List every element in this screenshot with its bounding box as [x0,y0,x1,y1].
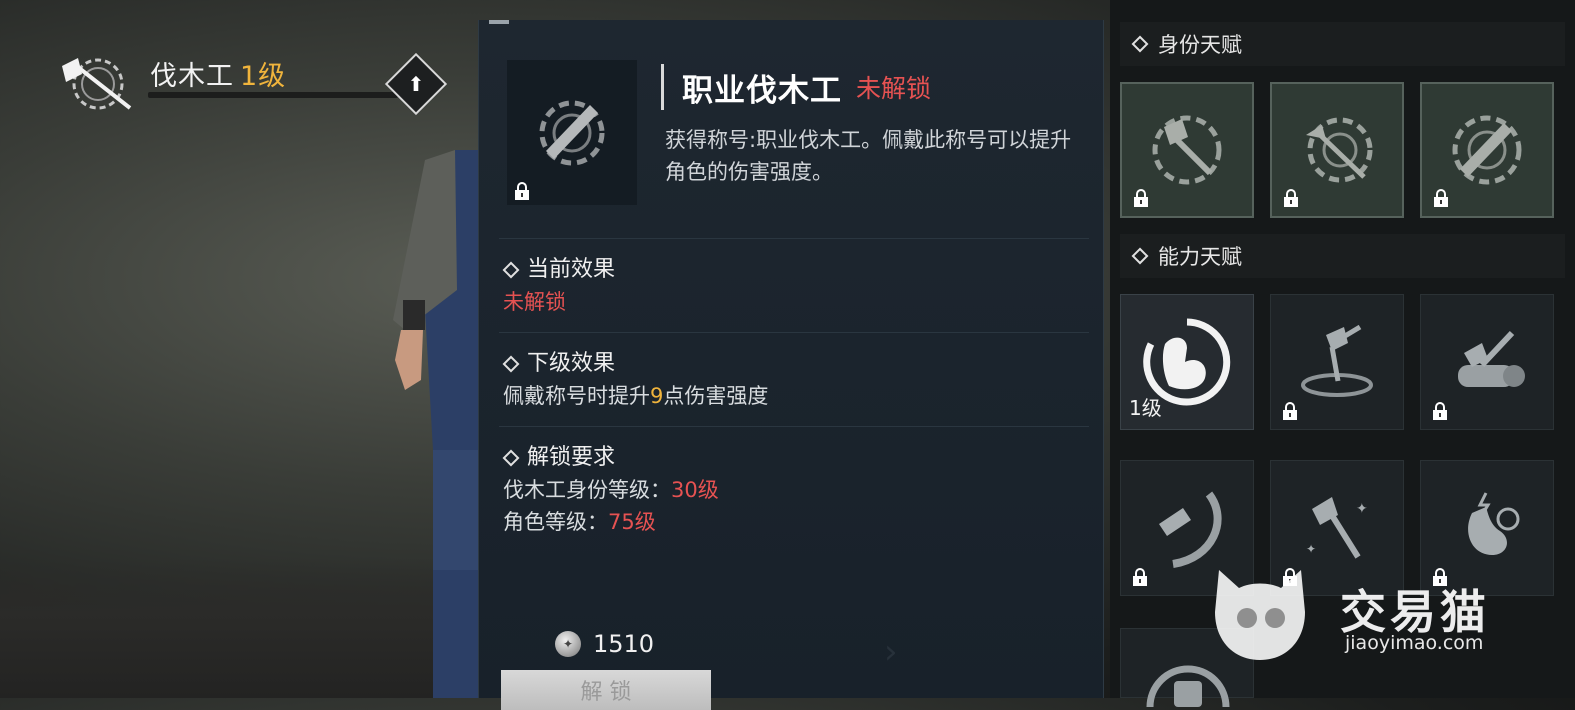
requirement-label: 伐木工身份等级： [503,478,671,502]
axe-in-stump-icon [1301,324,1373,397]
class-title: 伐木工 1级 [150,54,286,93]
ability-talent-slot[interactable] [1420,294,1554,430]
slot-level: 1级 [1129,396,1162,420]
next-effect-amount: 9 [650,384,664,408]
svg-text:✦: ✦ [1306,542,1316,556]
watermark-url: jiaoyimao.com [1345,632,1484,654]
crossed-log-emblem-icon [1306,117,1373,183]
lock-icon [1134,189,1148,207]
diamond-bullet-icon [502,449,520,467]
cost-amount: 1510 [593,630,655,658]
ability-talents-header: 能力天赋 [1120,234,1565,278]
requirement-value: 30级 [671,478,719,502]
next-effect-suffix: 点伤害强度 [663,384,769,408]
next-effect-label: 下级效果 [527,351,616,376]
requirements-label: 解锁要求 [527,445,616,470]
saw-emblem-icon [1452,115,1522,185]
cat-logo-icon [1215,570,1305,660]
lock-icon [1284,189,1298,207]
talent-icon-frame [507,60,637,205]
svg-text:✦: ✦ [1356,501,1368,517]
identity-talent-slot[interactable] [1120,82,1254,218]
ability-talents-label: 能力天赋 [1158,245,1242,269]
divider [499,238,1089,239]
requirement-value: 75级 [608,510,656,534]
current-effect-section: 当前效果 未解锁 [502,254,616,318]
watermark: 交易猫 jiaoyimao.com [1205,560,1535,670]
panel-tab [489,20,509,24]
diamond-bullet-icon [502,261,520,279]
ability-talent-slot[interactable] [1270,294,1404,430]
class-header: 伐木工 1级 ⬆ [52,48,452,118]
diamond-bullet-icon [1131,35,1149,53]
upgrade-button[interactable]: ⬆ [384,52,448,116]
class-name: 伐木工 [150,61,234,92]
unlock-button[interactable]: 解 锁 [501,670,711,710]
character-model [385,150,485,698]
requirement-label: 角色等级： [503,510,608,534]
talent-title-row: 职业伐木工 未解锁 [661,64,932,110]
requirements-section: 解锁要求 伐木工身份等级：30级 角色等级：75级 [502,442,719,538]
ability-talent-slot[interactable]: 1级 [1120,294,1254,430]
next-effect-text: 佩戴称号时提升9点伤害强度 [503,380,768,412]
chevron-right-icon: › [884,632,898,672]
lock-icon [1434,189,1448,207]
identity-talents-label: 身份天赋 [1158,33,1242,57]
unlock-cost: ✦ 1510 [555,630,654,658]
next-effect-section: 下级效果 佩戴称号时提升9点伤害强度 [502,348,768,412]
talent-status: 未解锁 [856,74,932,103]
saw-emblem-icon [539,100,605,165]
arrow-up-icon: ⬆ [407,72,425,96]
talent-title: 职业伐木工 [682,72,842,109]
current-effect-value: 未解锁 [503,290,566,314]
talent-detail-panel: 职业伐木工 未解锁 获得称号:职业伐木工。佩戴此称号可以提升角色的伤害强度。 当… [478,20,1104,710]
diamond-bullet-icon [502,355,520,373]
lock-icon [1433,402,1447,420]
class-progress-bar [148,92,398,98]
divider [499,426,1089,427]
lock-icon [1133,568,1147,586]
lock-icon [1283,402,1297,420]
axe-on-log-icon [1458,330,1525,387]
lock-icon [515,182,529,200]
axe-emblem-icon [1152,115,1222,185]
identity-talent-slot[interactable] [1270,82,1404,218]
silver-coin-icon: ✦ [555,631,581,657]
identity-talents-header: 身份天赋 [1120,22,1565,66]
requirement-item: 角色等级：75级 [503,506,719,538]
identity-talent-slot[interactable] [1420,82,1554,218]
class-level: 1级 [240,61,287,92]
talent-description: 获得称号:职业伐木工。佩戴此称号可以提升角色的伤害强度。 [665,128,1072,184]
title-accent-bar [661,64,664,110]
divider [499,332,1089,333]
requirement-item: 伐木工身份等级：30级 [503,474,719,506]
current-effect-label: 当前效果 [527,257,616,282]
axe-emblem-icon [52,52,134,116]
next-effect-prefix: 佩戴称号时提升 [503,384,650,408]
diamond-bullet-icon [1131,247,1149,265]
